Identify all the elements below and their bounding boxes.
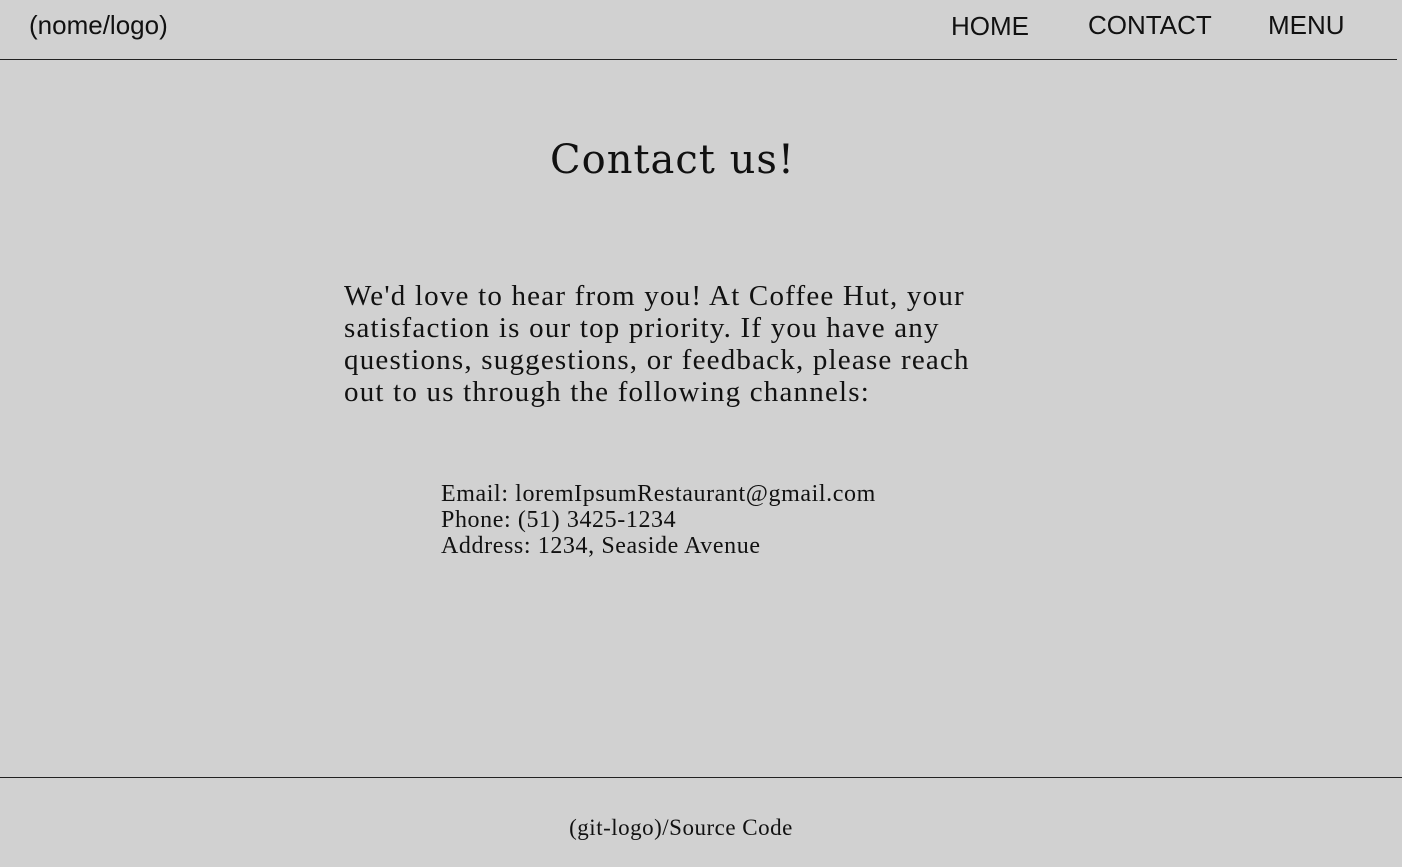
site-header: (nome/logo) HOME CONTACT MENU — [0, 0, 1397, 60]
contact-info-block: Email: loremIpsumRestaurant@gmail.com Ph… — [441, 481, 876, 559]
nav-home-link[interactable]: HOME — [951, 10, 1029, 42]
nav-contact-link[interactable]: CONTACT — [1088, 9, 1212, 41]
contact-email: Email: loremIpsumRestaurant@gmail.com — [441, 481, 876, 507]
contact-phone: Phone: (51) 3425-1234 — [441, 507, 677, 533]
source-code-link[interactable]: (git-logo)/Source Code — [0, 814, 1362, 842]
nav-menu-link[interactable]: MENU — [1268, 9, 1345, 41]
page-title: Contact us! — [550, 137, 795, 183]
site-footer: (git-logo)/Source Code — [0, 777, 1402, 867]
contact-intro-text: We'd love to hear from you! At Coffee Hu… — [344, 280, 970, 408]
site-logo-placeholder[interactable]: (nome/logo) — [29, 9, 168, 41]
contact-address: Address: 1234, Seaside Avenue — [441, 533, 761, 559]
